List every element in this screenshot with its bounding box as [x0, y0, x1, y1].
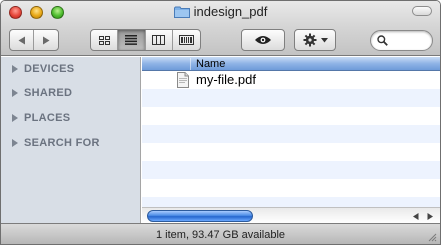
coverflow-icon	[178, 35, 194, 45]
list-view-button[interactable]	[118, 30, 146, 50]
forward-button[interactable]	[34, 30, 58, 50]
sidebar-section-label: PLACES	[24, 112, 71, 124]
disclosure-triangle-icon[interactable]	[12, 114, 18, 122]
list-row-empty	[142, 125, 440, 143]
forward-arrow-icon	[43, 36, 50, 44]
disclosure-triangle-icon[interactable]	[12, 65, 18, 73]
window-title: indesign_pdf	[1, 4, 440, 20]
columns-icon	[152, 35, 166, 45]
list-row-empty	[142, 161, 440, 179]
sidebar: DEVICES SHARED PLACES SEARCH FOR	[1, 57, 141, 223]
sidebar-section-places[interactable]: PLACES	[12, 111, 70, 125]
disclosure-triangle-icon[interactable]	[12, 89, 18, 97]
back-arrow-icon	[18, 36, 25, 44]
column-header[interactable]: Name	[142, 57, 440, 71]
file-name: my-file.pdf	[196, 72, 256, 87]
list-row-empty	[142, 143, 440, 161]
sidebar-section-label: SHARED	[24, 87, 73, 99]
list-lines-icon	[125, 35, 138, 45]
table-row[interactable]: my-file.pdf	[142, 71, 440, 89]
scrollbar-thumb[interactable]	[147, 210, 253, 222]
icon-view-button[interactable]	[91, 30, 119, 50]
column-view-button[interactable]	[146, 30, 173, 50]
horizontal-scrollbar[interactable]	[142, 207, 440, 223]
pdf-file-icon	[177, 72, 189, 88]
toolbar: indesign_pdf	[1, 1, 440, 56]
resize-grip-icon[interactable]	[427, 232, 437, 242]
coverflow-view-button[interactable]	[173, 30, 200, 50]
list-row-empty	[142, 89, 440, 107]
icon-grid-icon	[98, 35, 110, 45]
scroll-left-button[interactable]	[409, 209, 422, 223]
quicklook-button[interactable]	[241, 29, 285, 51]
chevron-down-icon	[320, 37, 328, 42]
toolbar-toggle-button[interactable]	[412, 6, 432, 16]
sidebar-section-shared[interactable]: SHARED	[12, 86, 72, 100]
column-header-name[interactable]: Name	[196, 57, 225, 71]
action-menu-button[interactable]	[294, 29, 336, 51]
sidebar-section-search-for[interactable]: SEARCH FOR	[12, 136, 100, 150]
search-icon	[377, 35, 388, 46]
list-row-empty	[142, 179, 440, 197]
search-field[interactable]	[370, 30, 433, 51]
folder-icon	[173, 6, 190, 18]
column-divider	[190, 58, 191, 70]
view-switcher	[90, 29, 201, 51]
scroll-left-arrow-icon	[412, 212, 418, 220]
list-row-empty	[142, 107, 440, 125]
scroll-right-arrow-icon	[427, 212, 433, 220]
back-button[interactable]	[10, 30, 35, 50]
sidebar-section-label: SEARCH FOR	[24, 137, 100, 149]
window-title-text: indesign_pdf	[193, 4, 268, 19]
finder-window: indesign_pdf DEVICES SHARED PLACES SEARC…	[0, 0, 441, 245]
navigation-buttons	[9, 29, 59, 51]
sidebar-section-devices[interactable]: DEVICES	[12, 62, 74, 76]
file-list: Name my-file.pdf	[142, 57, 440, 223]
scroll-right-button[interactable]	[423, 209, 436, 223]
status-text: 1 item, 93.47 GB available	[155, 229, 286, 241]
disclosure-triangle-icon[interactable]	[12, 139, 18, 147]
status-bar: 1 item, 93.47 GB available	[1, 223, 440, 244]
eye-icon	[255, 36, 271, 44]
sidebar-section-label: DEVICES	[24, 63, 75, 75]
gear-icon	[303, 33, 316, 47]
